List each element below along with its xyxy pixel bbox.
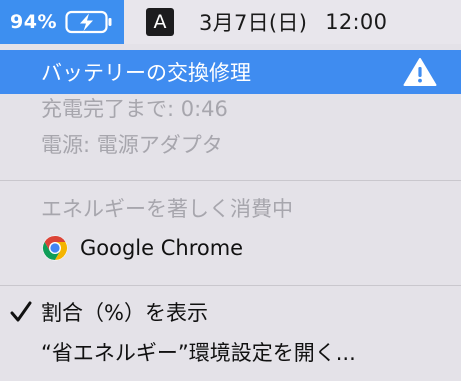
battery-percentage: 94%: [10, 11, 57, 33]
clock-time: 12:00: [325, 10, 388, 34]
clock-date: 3月7日(日): [199, 11, 308, 35]
time-to-full-label: 充電完了まで: 0:46: [41, 97, 228, 121]
battery-charging-icon: [65, 10, 112, 34]
energy-app-item[interactable]: Google Chrome: [0, 228, 461, 268]
battery-status-menu[interactable]: 94%: [0, 0, 124, 44]
menu-separator: [0, 285, 461, 286]
energy-header-label: エネルギーを著しく消費中: [41, 197, 293, 221]
input-source-indicator[interactable]: A: [146, 8, 174, 36]
checkmark-icon: [10, 301, 32, 322]
energy-header-item: エネルギーを著しく消費中: [0, 188, 461, 228]
open-energy-saver-item[interactable]: “省エネルギー”環境設定を開く...: [0, 332, 461, 372]
menu-bar-clock[interactable]: 3月7日(日) 12:00: [199, 0, 387, 44]
chrome-icon: [42, 235, 68, 261]
power-source-label: 電源: 電源アダプタ: [41, 133, 223, 157]
battery-dropdown-menu: バッテリーの交換修理 充電完了まで: 0:46 電源: 電源アダプタ エネルギー…: [0, 44, 461, 381]
open-energy-saver-label: “省エネルギー”環境設定を開く...: [41, 341, 356, 365]
energy-app-name: Google Chrome: [80, 236, 244, 260]
menu-separator: [0, 180, 461, 181]
warning-icon: [403, 58, 437, 86]
show-percentage-label: 割合（%）を表示: [41, 301, 208, 325]
power-source-item: 電源: 電源アダプタ: [0, 124, 461, 164]
menu-bar: 94% A 3月7日(日) 12:00: [0, 0, 461, 44]
time-to-full-item: 充電完了まで: 0:46: [0, 88, 461, 128]
show-percentage-item[interactable]: 割合（%）を表示: [0, 292, 461, 332]
battery-service-label: バッテリーの交換修理: [41, 61, 251, 85]
